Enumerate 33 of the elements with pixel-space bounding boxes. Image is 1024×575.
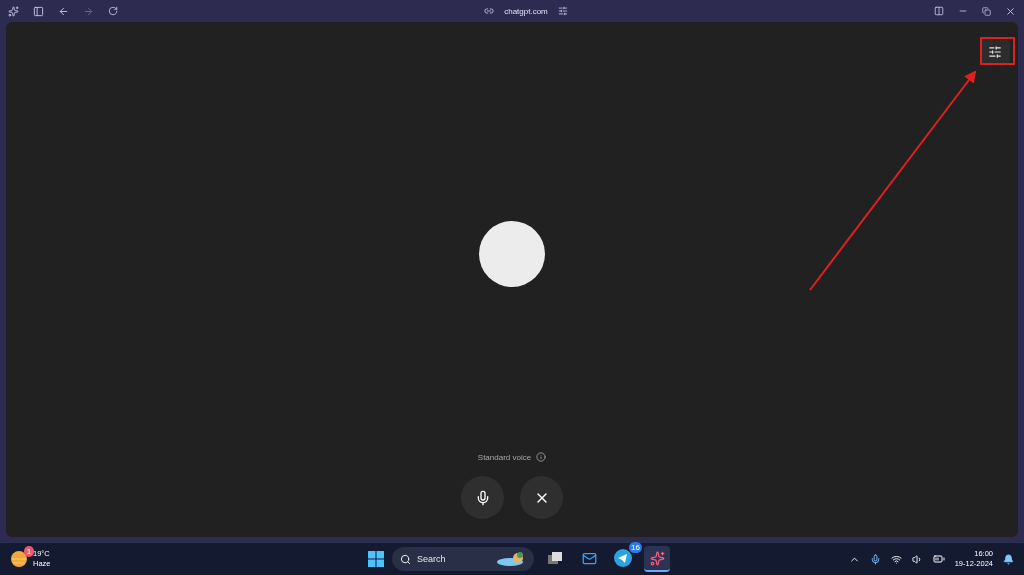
info-icon xyxy=(536,452,547,462)
weather-icon[interactable] xyxy=(10,550,28,568)
speaker-icon xyxy=(911,553,923,565)
sliders-icon xyxy=(557,6,568,16)
notification-badge: 1 xyxy=(24,546,34,557)
search-field[interactable]: Search xyxy=(392,547,534,571)
address-bar-url[interactable]: chatgpt.com xyxy=(504,6,548,16)
microphone-icon xyxy=(869,553,881,565)
windows-logo-icon[interactable] xyxy=(368,551,384,567)
mail-icon xyxy=(581,550,597,566)
sparkle-icon xyxy=(649,550,665,566)
reload-icon xyxy=(108,6,118,16)
close-icon xyxy=(1005,5,1016,17)
restore-icon xyxy=(982,6,991,16)
sidebar-icon xyxy=(33,5,44,17)
microphone-button[interactable] xyxy=(461,476,504,519)
sliders-icon xyxy=(988,45,1002,59)
beach-icon xyxy=(496,551,526,567)
link-icon xyxy=(484,6,495,16)
wifi-icon xyxy=(890,553,902,565)
back-icon xyxy=(58,5,69,17)
split-view-icon xyxy=(934,6,944,16)
notification-badge: 16 xyxy=(629,542,642,553)
highlight-box xyxy=(980,37,1015,65)
star-logo-icon xyxy=(8,5,19,17)
forward-icon xyxy=(83,5,94,17)
paper-plane-icon xyxy=(614,549,632,567)
search-icon xyxy=(400,553,411,565)
battery-icon xyxy=(932,553,945,565)
bell-icon xyxy=(1003,553,1014,565)
window-stack-icon xyxy=(547,551,563,565)
close-button[interactable] xyxy=(520,476,563,519)
voice-label: Standard voice xyxy=(477,452,532,462)
